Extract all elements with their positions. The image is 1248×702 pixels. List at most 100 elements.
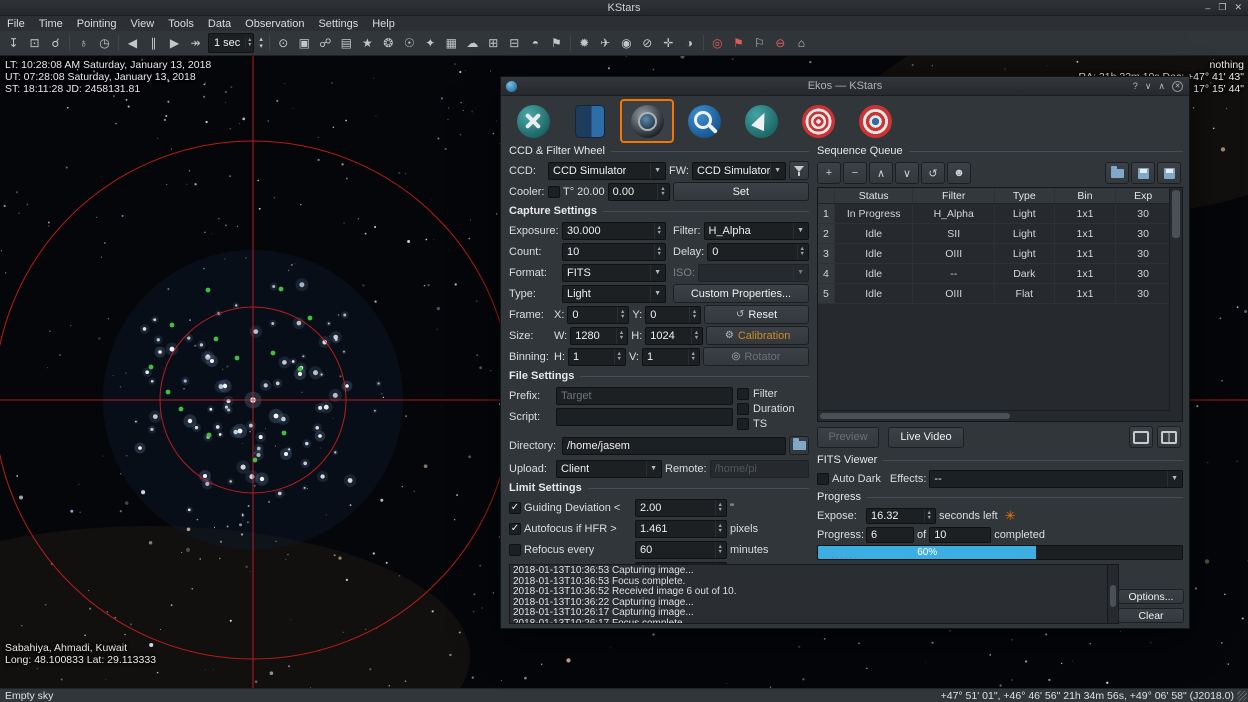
menu-item[interactable]: Time [32,16,70,31]
script-input[interactable] [556,408,733,426]
time-step-back-icon[interactable]: ◀ [122,33,143,53]
close-icon[interactable]: ✕ [1234,2,1242,13]
size-h-input[interactable]: 1024▲▼ [645,327,703,345]
reset-frame-button[interactable]: ↺Reset [704,305,809,324]
cooler-checkbox[interactable] [548,186,560,198]
filter-select[interactable]: H_Alpha▼ [704,222,810,240]
spinner-arrows[interactable]: ▲▼ [657,184,667,200]
resize-grip[interactable] [1237,691,1247,701]
splitter-handle[interactable]: ······ [501,554,1189,562]
scheduler-tab[interactable] [563,99,617,143]
menu-item[interactable]: Pointing [70,16,124,31]
observer-icon[interactable]: ☻ [947,162,971,184]
setup-tab[interactable] [506,99,560,143]
format-select[interactable]: FITS▼ [562,264,666,282]
save-sequence-icon[interactable] [1131,162,1155,184]
filter-wheel-select[interactable]: CCD Simulator▼ [692,162,786,180]
dome-icon[interactable]: ⌂ [791,33,812,53]
horizon-icon[interactable]: ◓ [525,33,546,53]
color-scheme-icon[interactable]: ◑ [679,33,700,53]
sequence-job-row[interactable]: 2 Idle SII Light 1x1 30 [818,224,1170,244]
save-sequence-as-icon[interactable] [1157,162,1181,184]
size-w-input[interactable]: 1280▲▼ [570,327,628,345]
ecliptic-icon[interactable]: ⊘ [637,33,658,53]
lock-position-icon[interactable]: ✛ [658,33,679,53]
ccd-select[interactable]: CCD Simulator▼ [548,162,666,180]
move-job-up-icon[interactable]: ∧ [869,162,893,184]
summary-screen-toggle-icon[interactable] [1157,426,1181,448]
satellites-icon[interactable]: ✈ [595,33,616,53]
upload-mode-select[interactable]: Client▼ [556,460,662,478]
time-step-spinner[interactable]: ▴▾ [245,38,253,48]
frame-x-input[interactable]: 0▲▼ [567,306,629,324]
exposure-input[interactable]: 30.000▲▼ [562,222,666,240]
delay-input[interactable]: 0▲▼ [707,243,809,261]
observation-flag-icon[interactable]: ⚑ [728,33,749,53]
directory-input[interactable]: /home/jasem [562,437,786,455]
ekos-titlebar[interactable]: Ekos — KStars ? ∨ ∧ ✕ [501,77,1189,96]
browse-directory-icon[interactable] [789,436,809,455]
deep-sky-toggle-icon[interactable]: ❂ [378,33,399,53]
table-vertical-scrollbar[interactable] [1169,188,1182,411]
set-temperature-button[interactable]: Set [673,182,809,201]
time-infobox[interactable]: LT: 10:28:08 AM Saturday, January 13, 20… [5,59,211,95]
ts-suffix-checkbox[interactable] [737,418,749,430]
auto-dark-checkbox[interactable] [817,473,829,485]
time-step-adjust[interactable]: ▴▾ [259,36,263,50]
sequence-job-row[interactable]: 5 Idle OIII Flat 1x1 30 [818,284,1170,304]
zoom-icon[interactable]: ☌ [45,33,66,53]
live-video-button[interactable]: Live Video [888,427,964,448]
options-button[interactable]: Options... [1118,589,1184,604]
constellation-lines-icon[interactable]: ✦ [420,33,441,53]
play-icon[interactable]: ▶ [164,33,185,53]
frame-y-input[interactable]: 0▲▼ [645,306,701,324]
open-sequence-icon[interactable] [1105,162,1129,184]
clear-button[interactable]: Clear [1118,608,1184,623]
full-view-icon[interactable]: ▣ [294,33,315,53]
sequence-job-row[interactable]: 1 In Progress H_Alpha Light 1x1 30 [818,204,1170,224]
log-scrollbar[interactable] [1107,565,1118,623]
add-job-icon[interactable]: + [817,162,841,184]
shade-up-icon[interactable]: ∧ [1158,81,1165,92]
whats-interesting-icon[interactable]: ◉ [616,33,637,53]
stars-toggle-icon[interactable]: ★ [357,33,378,53]
filter-suffix-checkbox[interactable] [737,388,749,400]
minimize-icon[interactable]: – [1205,3,1210,13]
time-step-forward-icon[interactable]: ↠ [185,33,206,53]
menu-item[interactable]: Observation [238,16,311,31]
track-object-icon[interactable]: ☍ [315,33,336,53]
mount-tab[interactable] [734,99,788,143]
limit-checkbox[interactable]: ✓ [509,502,521,514]
effects-select[interactable]: --▼ [929,470,1183,488]
binning-v-input[interactable]: 1▲▼ [642,348,700,366]
frame-type-select[interactable]: Light▼ [562,285,666,303]
scrollbar-handle[interactable] [820,413,1010,419]
ekos-icon[interactable]: ◎ [707,33,728,53]
horizontal-grid-icon[interactable]: ⊟ [504,33,525,53]
move-job-down-icon[interactable]: ∨ [895,162,919,184]
ekos-close-icon[interactable]: ✕ [1172,81,1183,92]
menu-item[interactable]: View [124,16,162,31]
limit-checkbox[interactable]: ✓ [509,523,521,535]
count-input[interactable]: 10▲▼ [562,243,666,261]
align-tab[interactable] [848,99,902,143]
menu-item[interactable]: Data [201,16,238,31]
duration-suffix-checkbox[interactable] [737,403,749,415]
menu-item[interactable]: Settings [311,16,365,31]
milky-way-icon[interactable]: ☁ [462,33,483,53]
capture-tab[interactable] [620,99,674,143]
abort-icon[interactable]: ⊖ [770,33,791,53]
temperature-setpoint-input[interactable]: 0.00▲▼ [608,183,670,201]
location-infobox[interactable]: Sabahiya, Ahmadi, Kuwait Long: 48.100833… [5,642,156,666]
earth-geolocation-icon[interactable]: ♁ [73,33,94,53]
maximize-icon[interactable]: ❐ [1218,2,1226,13]
planets-toggle-icon[interactable]: ☉ [399,33,420,53]
scrollbar-handle[interactable] [1110,585,1116,607]
limit-value-input[interactable]: 2.00▲▼ [635,499,727,517]
filter-manager-icon[interactable] [789,161,809,180]
shade-down-icon[interactable]: ∨ [1145,81,1152,92]
table-horizontal-scrollbar[interactable] [818,410,1170,421]
flags-icon[interactable]: ⚑ [546,33,567,53]
fits-viewer-toggle-icon[interactable] [1129,426,1153,448]
sequence-job-row[interactable]: 3 Idle OIII Light 1x1 30 [818,244,1170,264]
